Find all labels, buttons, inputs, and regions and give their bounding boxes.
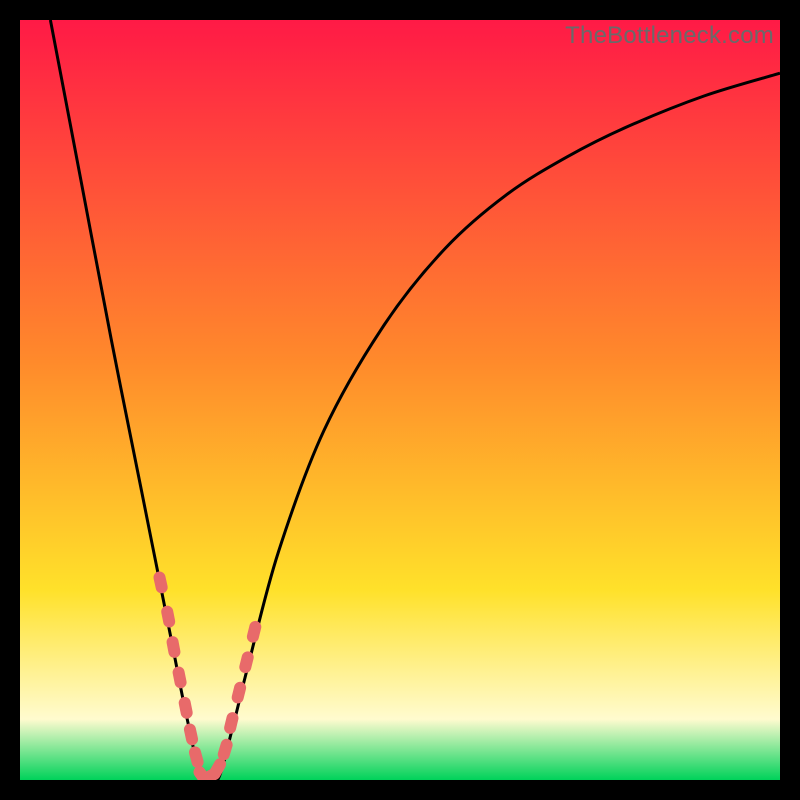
watermark-text: TheBottleneck.com xyxy=(565,22,774,50)
gradient-background xyxy=(20,20,780,780)
bottleneck-chart xyxy=(20,20,780,780)
chart-frame: TheBottleneck.com xyxy=(20,20,780,780)
